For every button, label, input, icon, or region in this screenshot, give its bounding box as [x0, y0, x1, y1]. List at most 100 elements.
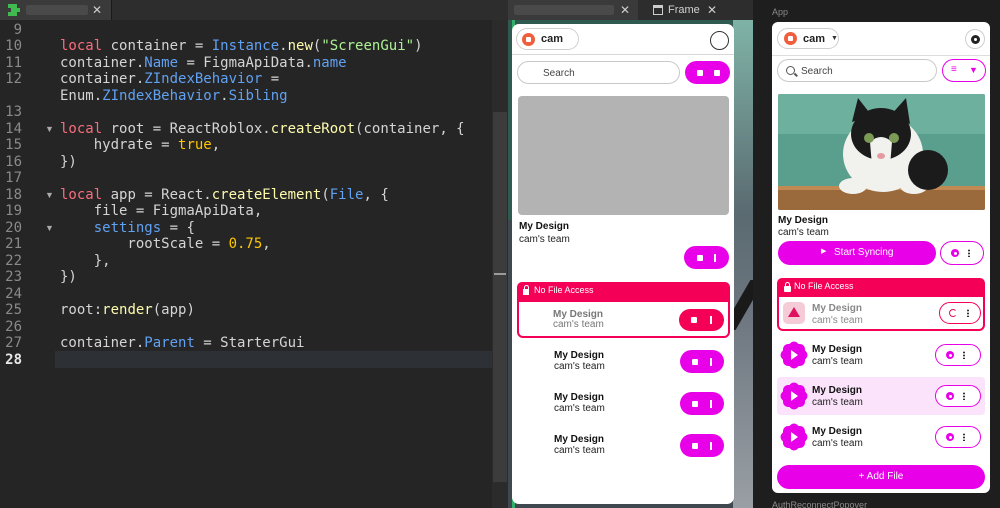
file-team: cam's team — [812, 438, 863, 449]
file-actions-button[interactable] — [680, 392, 724, 415]
file-team: cam's team — [812, 356, 863, 367]
code-line-16: }) — [60, 154, 77, 170]
line-number: 20 — [5, 220, 22, 236]
start-syncing-button[interactable]: ▶ Start Syncing — [778, 241, 936, 265]
settings-button[interactable] — [710, 31, 729, 50]
plugin-app-panel: cam ▼ Search ≡ ▼ My Design cam's team ▶ … — [772, 22, 990, 493]
add-file-button[interactable]: + Add File — [777, 465, 985, 489]
file-row[interactable]: My Design cam's team — [777, 336, 985, 374]
search-icon — [786, 66, 795, 75]
line-number: 25 — [5, 302, 22, 318]
account-name: cam — [803, 32, 826, 45]
tab-title-redacted — [26, 5, 88, 15]
more-icon — [963, 433, 965, 441]
file-team: cam's team — [554, 445, 605, 456]
file-team: cam's team — [812, 397, 863, 408]
more-icon — [967, 309, 969, 317]
filter-button[interactable] — [685, 61, 730, 84]
fold-arrow-icon[interactable]: ▼ — [45, 121, 54, 137]
line-number: 27 — [5, 335, 22, 351]
settings-button[interactable] — [965, 29, 985, 49]
section-label: AuthReconnectPopover — [772, 500, 868, 508]
no-access-banner: No File Access — [517, 282, 730, 300]
file-actions-button[interactable] — [680, 434, 724, 457]
file-team: cam's team — [778, 227, 829, 238]
close-icon[interactable]: ✕ — [92, 3, 102, 17]
frame-tab[interactable]: Frame ✕ — [645, 0, 725, 20]
file-options-button[interactable] — [940, 241, 984, 265]
line-number: 22 — [5, 253, 22, 269]
editor-scroll-thumb[interactable] — [493, 112, 507, 482]
code-line-22: }, — [60, 253, 111, 269]
search-input[interactable]: Search — [517, 61, 680, 84]
editor-tab-bar: ✕ — [0, 0, 508, 20]
filter-sort-button[interactable]: ≡ ▼ — [942, 59, 986, 82]
sync-play-icon — [778, 421, 810, 453]
code-line-21: rootScale = 0.75, — [60, 236, 271, 252]
gear-icon — [951, 249, 959, 257]
file-row[interactable]: My Design cam's team — [777, 418, 985, 456]
code-line-14: local root = ReactRoblox.createRoot(cont… — [60, 121, 465, 137]
script-icon — [8, 4, 22, 16]
more-icon — [963, 392, 965, 400]
close-icon[interactable]: ✕ — [620, 3, 630, 17]
file-team: cam's team — [812, 315, 863, 326]
sync-play-icon — [778, 339, 810, 371]
more-icon — [968, 249, 970, 257]
more-icon — [963, 351, 965, 359]
file-actions-button[interactable] — [680, 350, 724, 373]
viewport-tab[interactable]: ✕ — [508, 0, 638, 20]
line-number: 26 — [5, 319, 22, 335]
line-number: 14 — [5, 121, 22, 137]
file-team: cam's team — [553, 319, 604, 330]
cat-photo — [778, 94, 985, 210]
play-icon: ▶ — [821, 248, 827, 255]
file-name: My Design — [519, 221, 570, 232]
code-line-23: }) — [60, 269, 77, 285]
code-line-12-wrap: Enum.ZIndexBehavior.Sibling — [60, 88, 288, 104]
file-name: My Design — [812, 426, 863, 437]
code-line-18: local app = React.createElement(File, { — [60, 187, 389, 203]
file-name: My Design — [554, 392, 605, 403]
close-icon[interactable]: ✕ — [707, 3, 717, 17]
file-options-button[interactable] — [935, 426, 981, 448]
tab-title-redacted — [514, 5, 614, 15]
file-actions-button[interactable] — [684, 246, 729, 269]
code-line-10: local container = Instance.new("ScreenGu… — [60, 38, 423, 54]
plugin-preview-panel: cam Search My Design cam's team No File … — [512, 24, 734, 504]
frame-icon — [653, 5, 663, 15]
search-input[interactable]: Search — [777, 59, 937, 82]
thumbnail-placeholder — [518, 96, 729, 215]
scroll-marker — [494, 273, 506, 275]
line-number: 19 — [5, 203, 22, 219]
code-line-12: container.ZIndexBehavior = — [60, 71, 280, 87]
retry-button[interactable] — [939, 302, 981, 324]
error-file-row[interactable]: My Design cam's team — [777, 295, 985, 331]
account-name: cam — [541, 33, 564, 45]
file-name: My Design — [812, 344, 863, 355]
file-thumbnail — [778, 94, 985, 210]
code-line-25: root:render(app) — [60, 302, 195, 318]
editor-tab[interactable]: ✕ — [0, 0, 112, 20]
line-number: 17 — [5, 170, 22, 186]
file-name: My Design — [812, 385, 863, 396]
code-line-11: container.Name = FigmaApiData.name — [60, 55, 347, 71]
add-file-label: + Add File — [858, 471, 904, 482]
error-file-row[interactable]: My Design cam's team — [517, 300, 730, 338]
gear-icon — [946, 392, 954, 400]
file-options-button[interactable] — [935, 344, 981, 366]
file-options-button[interactable] — [935, 385, 981, 407]
line-number: 18 — [5, 187, 22, 203]
file-name: My Design — [778, 215, 829, 226]
fold-arrow-icon[interactable]: ▼ — [45, 220, 54, 236]
account-selector[interactable]: cam — [516, 28, 579, 50]
line-number: 15 — [5, 137, 22, 153]
code-editor[interactable]: ✕ 9 10 11 12 13 14 15 16 17 18 19 20 21 … — [0, 0, 508, 508]
no-access-label: No File Access — [794, 281, 854, 291]
retry-button[interactable] — [679, 309, 724, 331]
code-line-20: settings = { — [93, 220, 195, 236]
file-row-hover[interactable]: My Design cam's team — [777, 377, 985, 415]
account-selector[interactable]: cam ▼ — [777, 28, 839, 49]
cam-logo-icon — [522, 32, 535, 46]
fold-arrow-icon[interactable]: ▼ — [45, 187, 54, 203]
